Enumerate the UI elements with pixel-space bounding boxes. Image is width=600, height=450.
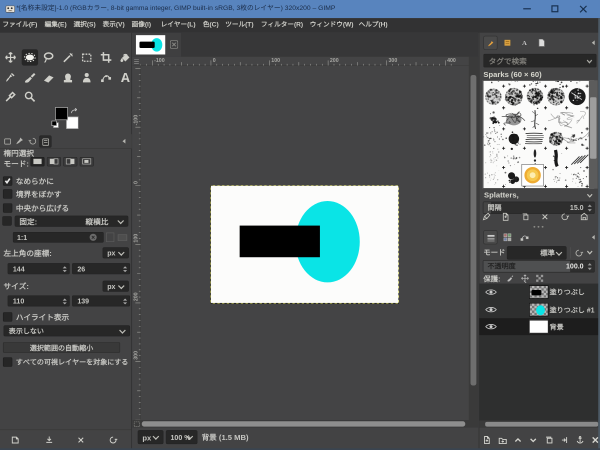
svg-text:300: 300 <box>134 351 140 360</box>
svg-text:0: 0 <box>213 58 216 64</box>
svg-text:A: A <box>522 40 527 47</box>
svg-text:100: 100 <box>271 58 280 64</box>
svg-text:200: 200 <box>330 58 339 64</box>
svg-text:300: 300 <box>388 58 397 64</box>
svg-text:-100: -100 <box>134 115 140 126</box>
svg-text:400: 400 <box>447 58 456 64</box>
svg-text:200: 200 <box>134 292 140 301</box>
svg-text:0: 0 <box>134 181 140 184</box>
svg-text:-100: -100 <box>154 58 165 64</box>
svg-text:100: 100 <box>134 234 140 243</box>
